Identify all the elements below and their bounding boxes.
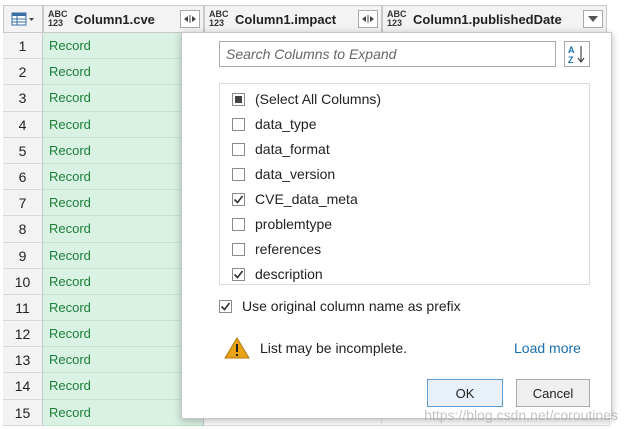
column-checkbox[interactable] [232, 242, 245, 256]
record-cell[interactable]: Record [43, 190, 204, 217]
chevron-down-icon [588, 16, 598, 22]
record-cell[interactable]: Record [43, 373, 204, 400]
any-type-icon: ABC 123 [209, 9, 229, 28]
ok-button[interactable]: OK [427, 379, 503, 407]
column-checkbox[interactable] [232, 117, 245, 131]
load-more-link[interactable]: Load more [514, 340, 581, 356]
column-checkbox-list: (Select All Columns) data_type data_format… [219, 83, 590, 285]
column-option[interactable]: references [232, 238, 321, 260]
column-option-label: data_type [255, 116, 317, 132]
row-number[interactable]: 9 [3, 242, 43, 269]
column-checkbox[interactable] [232, 167, 245, 181]
record-cell[interactable]: Record [43, 347, 204, 374]
row-number[interactable]: 3 [3, 85, 43, 112]
record-cell[interactable]: Record [43, 59, 204, 86]
column-option[interactable]: description [232, 263, 323, 285]
column-option-label: (Select All Columns) [255, 91, 382, 107]
checkmark-icon [233, 270, 244, 279]
column-option-label: problemtype [255, 216, 333, 232]
table-icon [11, 12, 34, 26]
column-option-label: data_format [255, 141, 330, 157]
checkmark-icon [220, 302, 231, 311]
column-option[interactable]: data_version [232, 163, 335, 185]
column-option-label: data_version [255, 166, 336, 182]
column-option-label: CVE_data_meta [255, 191, 358, 207]
row-number[interactable]: 2 [3, 59, 43, 86]
column-option[interactable]: data_type [232, 113, 317, 135]
column-option-label: references [255, 241, 322, 257]
row-number[interactable]: 7 [3, 190, 43, 217]
column-option[interactable]: data_format [232, 138, 330, 160]
any-type-icon: ABC 123 [387, 9, 407, 28]
record-cell[interactable]: Record [43, 111, 204, 138]
column-header-publisheddate[interactable]: ABC 123 Column1.publishedDate [382, 5, 607, 33]
record-cell[interactable]: Record [43, 85, 204, 112]
search-columns-input[interactable] [219, 41, 556, 67]
row-number[interactable]: 14 [3, 373, 43, 400]
column-header-impact[interactable]: ABC 123 Column1.impact [204, 5, 382, 33]
watermark: https://blog.csdn.net/coroutines [424, 407, 618, 423]
expand-columns-popup: A Z (Select All Columns) data_type data_fo… [181, 32, 612, 419]
column-header-cve[interactable]: ABC 123 Column1.cve [43, 5, 204, 33]
expand-icon [362, 15, 374, 23]
warning-text: List may be incomplete. [260, 340, 408, 356]
column-name: Column1.publishedDate [413, 11, 562, 27]
column-checkbox[interactable] [232, 267, 245, 281]
svg-text:Z: Z [568, 55, 574, 64]
column-name: Column1.cve [74, 11, 155, 27]
any-type-icon: ABC 123 [48, 9, 68, 28]
incomplete-warning: List may be incomplete. [224, 337, 407, 359]
record-cell[interactable]: Record [43, 33, 204, 60]
checkmark-icon [233, 195, 244, 204]
record-cell[interactable]: Record [43, 137, 204, 164]
expand-column-button[interactable] [180, 10, 200, 28]
column-checkbox[interactable] [232, 217, 245, 231]
record-cell[interactable]: Record [43, 399, 204, 426]
row-number[interactable]: 15 [3, 399, 43, 426]
row-number[interactable]: 6 [3, 163, 43, 191]
column-checkbox[interactable] [232, 192, 245, 206]
column-name: Column1.impact [235, 11, 337, 27]
sort-az-button[interactable]: A Z [564, 41, 590, 67]
row-number[interactable]: 8 [3, 216, 43, 243]
expand-column-button[interactable] [358, 10, 378, 28]
cancel-button[interactable]: Cancel [516, 379, 590, 407]
row-number[interactable]: 13 [3, 347, 43, 374]
record-cell[interactable]: Record [43, 242, 204, 269]
row-number[interactable]: 11 [3, 294, 43, 322]
table-menu-button[interactable] [3, 5, 43, 33]
row-number[interactable]: 1 [3, 33, 43, 60]
expand-icon [184, 15, 196, 23]
sort-az-icon: A Z [568, 45, 585, 64]
svg-text:A: A [568, 45, 575, 55]
column-option[interactable]: problemtype [232, 213, 332, 235]
column-filter-dropdown[interactable] [583, 10, 603, 28]
row-number[interactable]: 10 [3, 268, 43, 295]
column-checkbox[interactable] [232, 92, 245, 106]
record-cell[interactable]: Record [43, 294, 204, 322]
column-checkbox[interactable] [232, 142, 245, 156]
record-cell[interactable]: Record [43, 216, 204, 243]
prefix-label: Use original column name as prefix [242, 298, 461, 314]
record-cell[interactable]: Record [43, 268, 204, 295]
column-option[interactable]: (Select All Columns) [232, 88, 381, 110]
column-option-label: description [255, 266, 323, 282]
record-cell[interactable]: Record [43, 163, 204, 191]
prefix-checkbox[interactable] [219, 299, 232, 313]
column-option[interactable]: CVE_data_meta [232, 188, 358, 210]
row-number[interactable]: 5 [3, 137, 43, 164]
warning-icon [224, 337, 250, 359]
row-number[interactable]: 4 [3, 111, 43, 138]
record-cell[interactable]: Record [43, 321, 204, 348]
prefix-option[interactable]: Use original column name as prefix [219, 295, 461, 317]
row-number[interactable]: 12 [3, 321, 43, 348]
